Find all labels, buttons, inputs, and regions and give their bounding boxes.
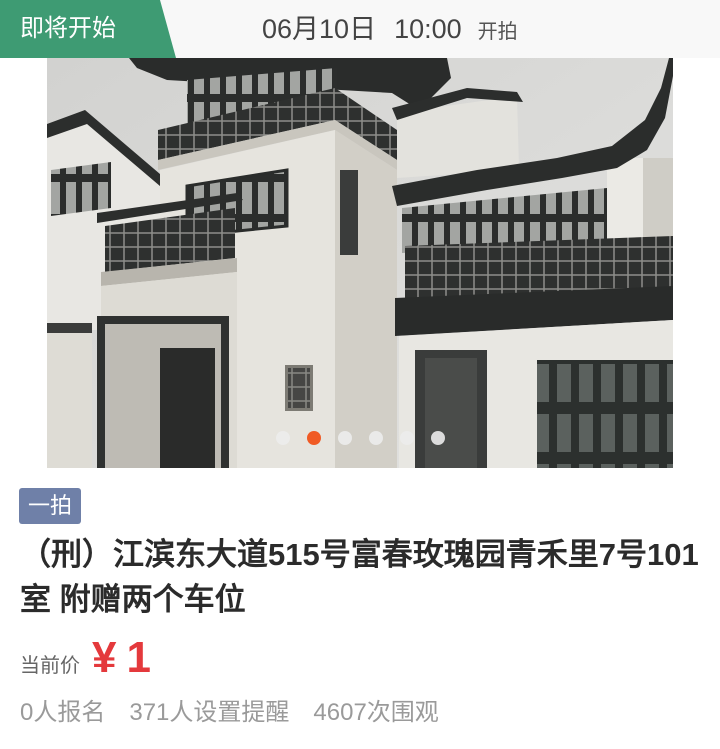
start-suffix: 开拍 <box>477 21 518 43</box>
carousel-dot[interactable] <box>368 431 383 445</box>
stat-views: 4607次围观 <box>313 699 439 726</box>
start-time-info: 06月10日 10:00 开拍 <box>262 0 518 58</box>
stat-reminders: 371人设置提醒 <box>129 699 290 726</box>
auction-stats: 0人报名 371人设置提醒 4607次围观 <box>20 698 439 728</box>
stat-signups: 0人报名 <box>20 699 106 726</box>
start-time: 10:00 <box>394 14 462 44</box>
listing-photo-carousel[interactable] <box>47 58 673 468</box>
carousel-dot[interactable] <box>430 431 445 445</box>
carousel-dot[interactable] <box>337 431 352 445</box>
carousel-dots <box>47 431 673 445</box>
listing-title[interactable]: （刑）江滨东大道515号富春玫瑰园青禾里7号101室 附赠两个车位 <box>20 532 712 622</box>
listing-photo[interactable] <box>47 58 673 468</box>
auction-status-bar: 即将开始 06月10日 10:00 开拍 <box>0 0 720 58</box>
entrance-door <box>160 348 215 468</box>
carousel-dot[interactable] <box>399 431 414 445</box>
status-tab: 即将开始 <box>0 0 176 58</box>
price-currency: ¥ <box>92 633 117 682</box>
start-date: 06月10日 <box>262 14 377 44</box>
carousel-dot-active[interactable] <box>306 431 321 445</box>
current-price: 当前价 ¥ 1 <box>20 632 151 684</box>
carousel-dot[interactable] <box>275 431 290 445</box>
round-badge: 一拍 <box>19 488 81 524</box>
left-wing-balcony <box>97 193 243 468</box>
price-value: 1 <box>126 633 151 682</box>
price-label: 当前价 <box>20 655 80 677</box>
